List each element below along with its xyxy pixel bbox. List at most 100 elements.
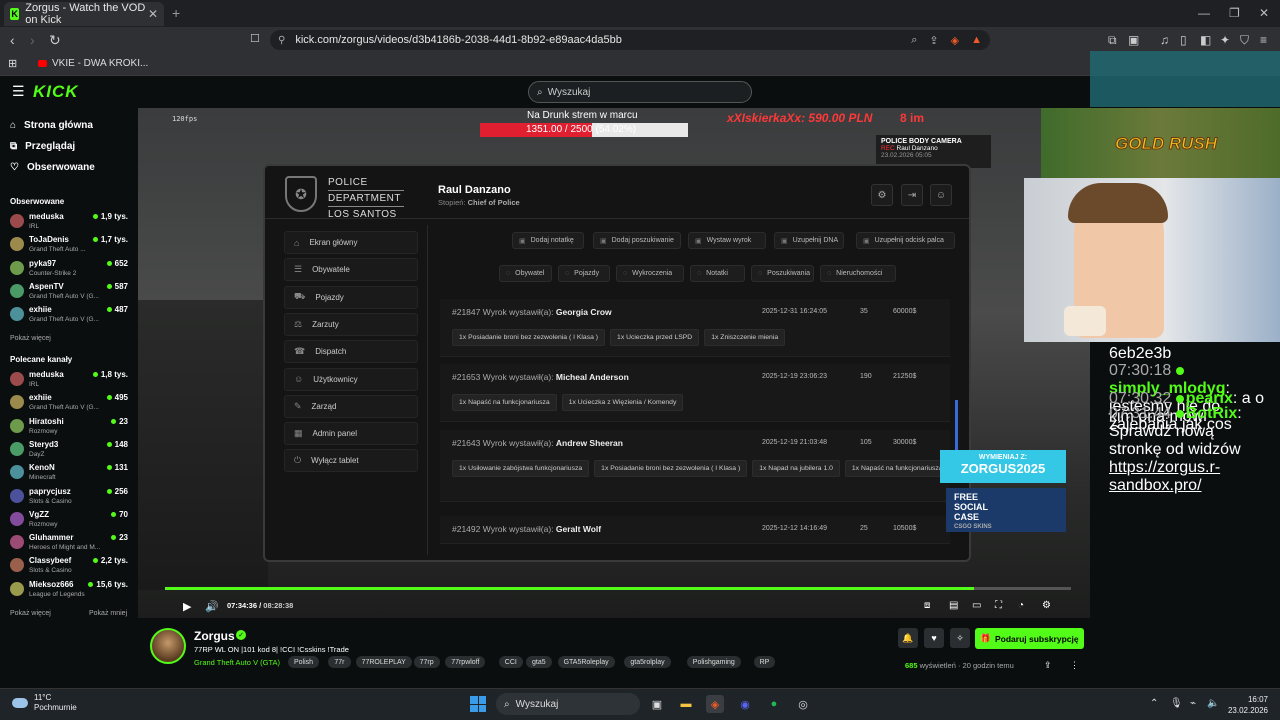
speed-icon[interactable]: ◔: [1018, 600, 1024, 611]
leo-icon[interactable]: ✦: [1220, 33, 1230, 47]
spotify-icon[interactable]: ●: [765, 695, 783, 713]
tablet-action-button[interactable]: ▣ Uzupełnij odcisk palca: [856, 232, 955, 249]
tablet-filter-tab[interactable]: ◌ Pojazdy: [558, 265, 610, 282]
site-info-icon[interactable]: ⚲: [278, 35, 285, 46]
stream-tag[interactable]: CCI: [498, 656, 523, 668]
fullscreen-icon[interactable]: ⛶: [995, 600, 1002, 611]
discord-icon[interactable]: ◉: [736, 695, 754, 713]
sentence-record[interactable]: #21653 Wyrok wystawił(a): Micheal Anders…: [440, 364, 950, 422]
wallet-icon[interactable]: ◧: [1200, 33, 1211, 47]
sidebar-channel[interactable]: VgZZ Rozmowy 70: [10, 510, 132, 532]
logout-icon[interactable]: ⇥: [901, 184, 923, 206]
follow-heart-icon[interactable]: ♥: [924, 628, 944, 648]
stream-tag[interactable]: gta5: [526, 656, 552, 668]
video-progress-bar[interactable]: [165, 587, 1071, 590]
sidebar-channel[interactable]: Steryd3 DayZ 148: [10, 440, 132, 462]
stream-tag[interactable]: Polish: [288, 656, 320, 668]
player-settings-icon[interactable]: ⚙: [1042, 600, 1051, 611]
stream-tag[interactable]: 77ROLEPLAY: [355, 656, 412, 668]
tablet-nav-item[interactable]: ✎ Zarząd: [284, 394, 418, 418]
gift-icon[interactable]: ✧: [950, 628, 970, 648]
tablet-filter-tab[interactable]: ◌ Wykroczenia: [616, 265, 684, 282]
show-less-recommended[interactable]: Pokaż mniej: [89, 610, 127, 617]
start-button-icon[interactable]: [470, 696, 486, 712]
brave-browser-icon[interactable]: ◈: [706, 695, 724, 713]
bookmark-item[interactable]: VKIE - DWA KROKI...: [38, 58, 148, 69]
bookmark-icon[interactable]: ☐: [250, 32, 260, 45]
sidebar-item-home[interactable]: ⌂ Strona główna: [10, 120, 93, 131]
sidebar-item-browse[interactable]: ⧉ Przeglądaj: [10, 141, 75, 152]
share-icon[interactable]: ⇪: [929, 34, 938, 47]
sidebar-channel[interactable]: ToJaDenis Grand Theft Auto ... 1,7 tys.: [10, 235, 132, 257]
tablet-action-button[interactable]: ▣ Dodaj poszukiwanie: [593, 232, 681, 249]
restore-icon[interactable]: ❐: [1229, 6, 1240, 20]
tablet-nav-item[interactable]: ⚖ Zarzuty: [284, 312, 418, 336]
sidebar-channel[interactable]: Mieksoz666 League of Legends 15,6 tys.: [10, 580, 132, 602]
tablet-action-button[interactable]: ▣ Wystaw wyrok: [688, 232, 766, 249]
network-icon[interactable]: ⌁: [1190, 698, 1196, 709]
profile-icon[interactable]: ☺: [930, 184, 952, 206]
menu-icon[interactable]: ≡: [1260, 33, 1267, 47]
task-view-icon[interactable]: ▣: [648, 695, 666, 713]
settings-icon[interactable]: ⚙: [871, 184, 893, 206]
sentence-record[interactable]: #21492 Wyrok wystawił(a): Geralt Wolf 202…: [440, 516, 950, 544]
clip-icon[interactable]: ⧈: [924, 600, 930, 611]
more-options-icon[interactable]: ⋮: [1070, 660, 1079, 671]
taskbar-clock[interactable]: 16:07 23.02.2026: [1224, 694, 1268, 716]
tablet-filter-tab[interactable]: ◌ Poszukiwania: [751, 265, 814, 282]
sidebar-channel[interactable]: paprycjusz Slots & Casino 256: [10, 487, 132, 509]
sidebar-item-following[interactable]: ♡ Obserwowane: [10, 162, 95, 173]
sidebar-icon[interactable]: ▯: [1180, 33, 1187, 47]
stream-tag[interactable]: gta5rolplay: [624, 656, 671, 668]
stream-tag[interactable]: 77rpwloff: [445, 656, 486, 668]
tablet-filter-tab[interactable]: ◌ Obywatel: [499, 265, 552, 282]
back-icon[interactable]: ‹: [10, 32, 15, 48]
tablet-action-button[interactable]: ▣ Uzupełnij DNA: [774, 232, 844, 249]
taskbar-search[interactable]: ⌕ Wyszukaj: [496, 693, 640, 715]
extensions-icon[interactable]: ⧉: [1108, 33, 1117, 48]
sentence-record[interactable]: #21643 Wyrok wystawił(a): Andrew Sheeran…: [440, 430, 950, 502]
tablet-nav-item[interactable]: ▦ Admin panel: [284, 422, 418, 446]
tablet-nav-item[interactable]: ⏻ Wyłącz tablet: [284, 449, 418, 473]
reload-icon[interactable]: ↻: [49, 32, 61, 49]
chat-username[interactable]: BotRix: [1186, 405, 1238, 422]
sidebar-channel[interactable]: exhiie Grand Theft Auto V (G... 495: [10, 393, 132, 415]
kick-logo[interactable]: KICK: [33, 82, 79, 102]
sidebar-channel[interactable]: meduska IRL 1,9 tys.: [10, 212, 132, 234]
new-tab-icon[interactable]: +: [172, 5, 180, 21]
sidebar-channel[interactable]: Hiratoshi Rozmowy 23: [10, 417, 132, 439]
stream-tag[interactable]: 77r: [328, 656, 351, 668]
stream-tag[interactable]: 77rp: [413, 656, 440, 668]
sidebar-channel[interactable]: pyka97 Counter-Strike 2 652: [10, 259, 132, 281]
minimize-icon[interactable]: —: [1198, 6, 1210, 20]
url-field[interactable]: ⚲ kick.com/zorgus/videos/d3b4186b-2038-4…: [270, 30, 990, 50]
volume-icon[interactable]: 🔊: [205, 600, 219, 613]
pip-icon[interactable]: ▤: [949, 600, 958, 611]
apps-grid-icon[interactable]: ⊞: [8, 57, 17, 70]
records-scrollbar[interactable]: [955, 400, 958, 450]
vpn-icon[interactable]: ⛉: [1240, 33, 1249, 48]
speaker-icon[interactable]: 🔈: [1207, 698, 1219, 709]
play-icon[interactable]: ▶: [183, 600, 191, 613]
tablet-nav-item[interactable]: ☰ Obywatele: [284, 258, 418, 282]
show-more-recommended[interactable]: Pokaż więcej: [10, 610, 51, 617]
streamer-avatar[interactable]: [150, 628, 186, 664]
screenshot-icon[interactable]: ▣: [1128, 33, 1139, 47]
sidebar-channel[interactable]: KenoN Minecraft 131: [10, 463, 132, 485]
search-input[interactable]: ⌕ Wyszukaj: [528, 81, 752, 103]
browser-tab[interactable]: K Zorgus - Watch the VOD on Kick ✕: [4, 2, 164, 26]
forward-icon[interactable]: ›: [30, 32, 35, 48]
media-icon[interactable]: ♫: [1160, 33, 1169, 47]
steam-icon[interactable]: ◎: [794, 695, 812, 713]
sidebar-channel[interactable]: exhiie Grand Theft Auto V (G... 487: [10, 305, 132, 327]
tablet-filter-tab[interactable]: ◌ Nieruchomości: [820, 265, 896, 282]
sidebar-channel[interactable]: Classybeef Slots & Casino 2,2 tys.: [10, 556, 132, 578]
close-tab-icon[interactable]: ✕: [148, 7, 158, 21]
tray-chevron-icon[interactable]: ⌃: [1150, 698, 1158, 709]
file-explorer-icon[interactable]: ▬: [677, 695, 695, 713]
brave-shield-icon[interactable]: ◈: [951, 34, 959, 47]
tablet-nav-item[interactable]: ⌂ Ekran główny: [284, 231, 418, 254]
stream-tag[interactable]: GTA5Roleplay: [557, 656, 615, 668]
gift-subscription-button[interactable]: 🎁 Podaruj subskrypcję: [975, 628, 1084, 649]
weather-widget[interactable]: 11°C Pochmurnie: [12, 693, 77, 713]
